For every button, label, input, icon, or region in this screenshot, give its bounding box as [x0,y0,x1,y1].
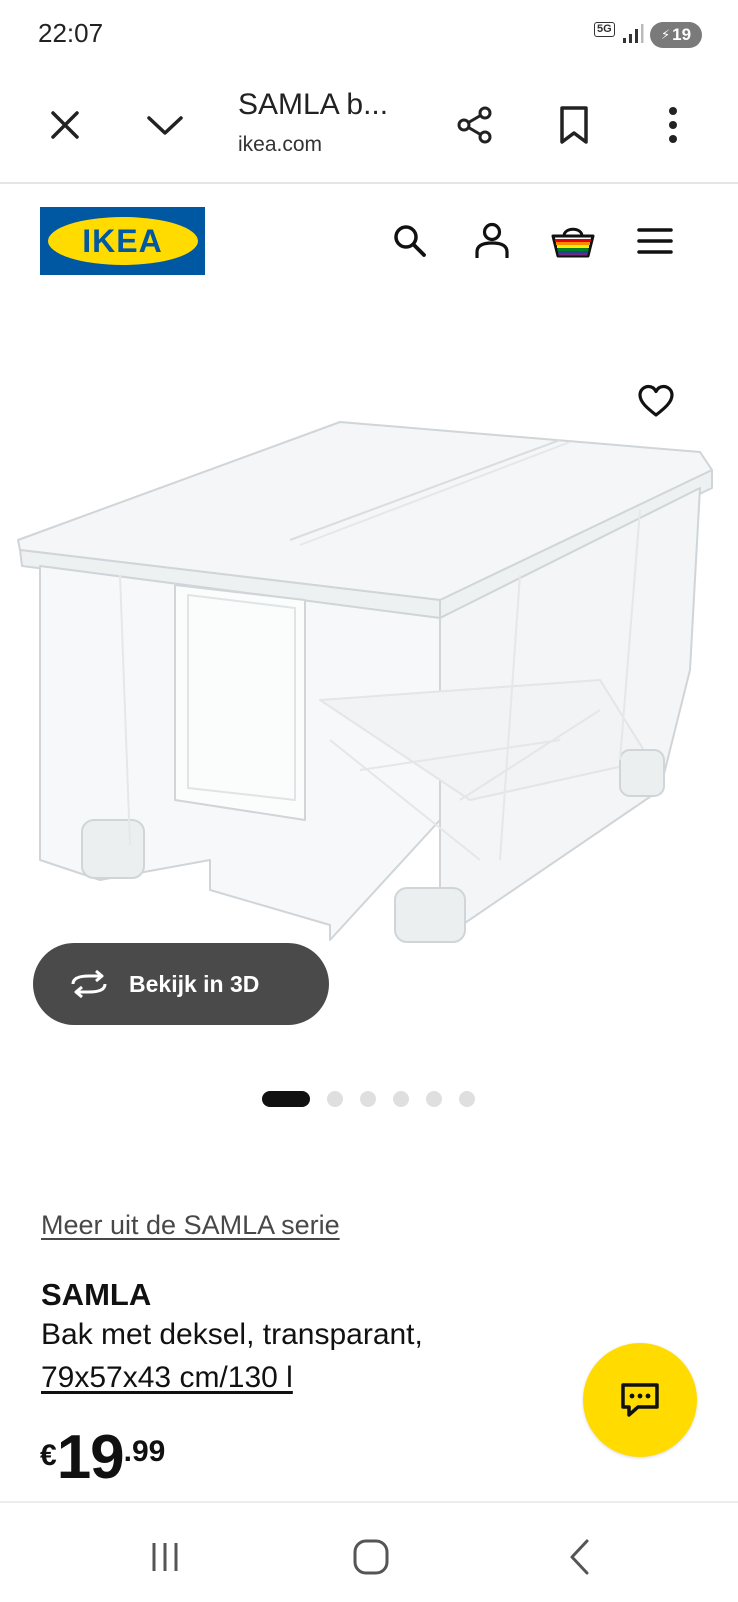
more-options-button[interactable] [648,100,698,150]
charging-icon: ⚡ [660,27,671,42]
carousel-dot[interactable] [426,1091,442,1107]
logo-oval: IKEA [47,217,198,265]
view-in-3d-button[interactable]: Bekijk in 3D [33,943,329,1025]
shopping-bag-button[interactable] [548,216,598,266]
product-size-link[interactable]: 79x57x43 cm/130 l [41,1361,293,1395]
rotate-3d-icon [67,970,111,998]
share-button[interactable] [450,100,500,150]
shopping-bag-icon [551,227,595,258]
carousel-dot[interactable] [360,1091,376,1107]
home-button[interactable] [346,1532,396,1582]
price-currency: € [40,1439,57,1472]
view-in-3d-label: Bekijk in 3D [129,970,260,997]
product-description: Bak met deksel, transparant, [41,1318,423,1351]
price-integer: 19 [56,1423,125,1492]
battery-indicator: ⚡ 19 [650,22,702,48]
price-decimals: .99 [123,1435,166,1468]
image-carousel-dots [262,1090,492,1108]
bookmark-button[interactable] [549,100,599,150]
status-bar: 22:07 5G ⚡ 19 [0,0,738,70]
close-icon [51,111,79,139]
product-image[interactable] [0,300,738,980]
search-button[interactable] [385,216,435,266]
carousel-dot[interactable] [327,1091,343,1107]
close-tab-button[interactable] [40,100,90,150]
chat-icon [621,1383,659,1417]
back-button[interactable] [555,1532,605,1582]
chevron-down-icon [147,116,183,135]
series-link[interactable]: Meer uit de SAMLA serie [41,1210,340,1241]
page-title[interactable]: SAMLA b... [238,88,388,122]
minimize-button[interactable] [140,100,190,150]
network-type-badge: 5G [594,22,615,37]
carousel-dot-active[interactable] [262,1091,310,1107]
battery-level: 19 [672,25,692,44]
page-domain[interactable]: ikea.com [238,133,322,157]
back-icon [570,1539,589,1575]
home-icon [353,1539,389,1575]
status-time: 22:07 [38,18,104,48]
carousel-dot[interactable] [393,1091,409,1107]
heart-icon [638,384,674,417]
more-vertical-icon [669,107,677,143]
bookmark-icon [560,106,588,144]
ikea-logo[interactable]: IKEA [40,207,205,275]
signal-icon [623,24,644,43]
account-icon [475,222,509,258]
carousel-dot[interactable] [459,1091,475,1107]
product-name: SAMLA [41,1277,152,1312]
menu-icon [637,228,673,254]
chat-button[interactable] [583,1343,697,1457]
logo-text: IKEA [82,222,163,259]
recent-apps-icon [152,1543,178,1571]
account-button[interactable] [467,216,517,266]
add-to-favorites-button[interactable] [630,375,682,427]
product-price: € 19 .99 [40,1425,165,1491]
search-icon [394,225,426,257]
recent-apps-button[interactable] [140,1532,190,1582]
share-icon [457,106,492,144]
hamburger-menu-button[interactable] [630,216,680,266]
